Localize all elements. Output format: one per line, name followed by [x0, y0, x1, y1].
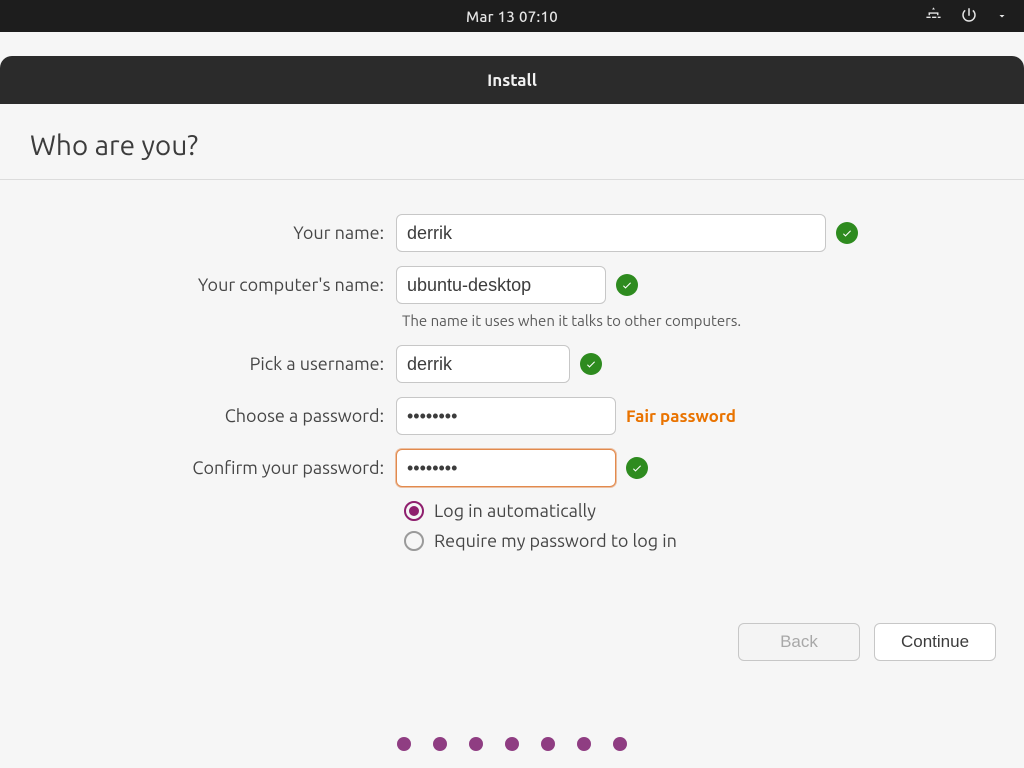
- network-icon[interactable]: [925, 6, 942, 26]
- progress-dot: [613, 737, 627, 751]
- hostname-field[interactable]: [396, 266, 606, 304]
- topbar-system-menu[interactable]: [925, 6, 1008, 27]
- progress-dot: [577, 737, 591, 751]
- radio-button[interactable]: [404, 531, 424, 551]
- progress-dot: [469, 737, 483, 751]
- check-icon: [616, 274, 638, 296]
- check-icon: [580, 353, 602, 375]
- radio-label: Log in automatically: [434, 501, 596, 521]
- username-field[interactable]: [396, 345, 570, 383]
- password-strength: Fair password: [626, 407, 736, 426]
- progress-dot: [505, 737, 519, 751]
- row-username: Pick a username:: [0, 345, 1024, 383]
- nav-buttons: Back Continue: [0, 623, 1024, 661]
- name-field[interactable]: [396, 214, 826, 252]
- row-name: Your name:: [0, 214, 1024, 252]
- chevron-down-icon[interactable]: [996, 8, 1008, 25]
- row-hostname: Your computer's name:: [0, 266, 1024, 304]
- window-titlebar: Install: [0, 56, 1024, 104]
- back-button[interactable]: Back: [738, 623, 860, 661]
- progress-dot: [397, 737, 411, 751]
- page-header: Who are you?: [0, 104, 1024, 180]
- row-password: Choose a password: Fair password: [0, 397, 1024, 435]
- window-title: Install: [487, 71, 537, 90]
- label-password: Choose a password:: [0, 406, 396, 426]
- radio-require-password[interactable]: Require my password to log in: [404, 531, 1024, 551]
- progress-dot: [541, 737, 555, 751]
- label-confirm: Confirm your password:: [0, 458, 396, 478]
- progress-dot: [433, 737, 447, 751]
- label-username: Pick a username:: [0, 354, 396, 374]
- clock[interactable]: Mar 13 07:10: [466, 8, 558, 25]
- password-field[interactable]: [396, 397, 616, 435]
- radio-label: Require my password to log in: [434, 531, 677, 551]
- label-name: Your name:: [0, 223, 396, 243]
- check-icon: [836, 222, 858, 244]
- radio-button[interactable]: [404, 501, 424, 521]
- page-title: Who are you?: [30, 130, 994, 161]
- confirm-password-field[interactable]: [396, 449, 616, 487]
- power-icon[interactable]: [960, 6, 978, 27]
- user-setup-form: Your name: Your computer's name: The nam…: [0, 180, 1024, 551]
- label-hostname: Your computer's name:: [0, 275, 396, 295]
- radio-auto-login[interactable]: Log in automatically: [404, 501, 1024, 521]
- system-topbar: Mar 13 07:10: [0, 0, 1024, 32]
- continue-button[interactable]: Continue: [874, 623, 996, 661]
- row-confirm: Confirm your password:: [0, 449, 1024, 487]
- check-icon: [626, 457, 648, 479]
- hostname-hint: The name it uses when it talks to other …: [402, 312, 1024, 329]
- progress-dots: [0, 737, 1024, 751]
